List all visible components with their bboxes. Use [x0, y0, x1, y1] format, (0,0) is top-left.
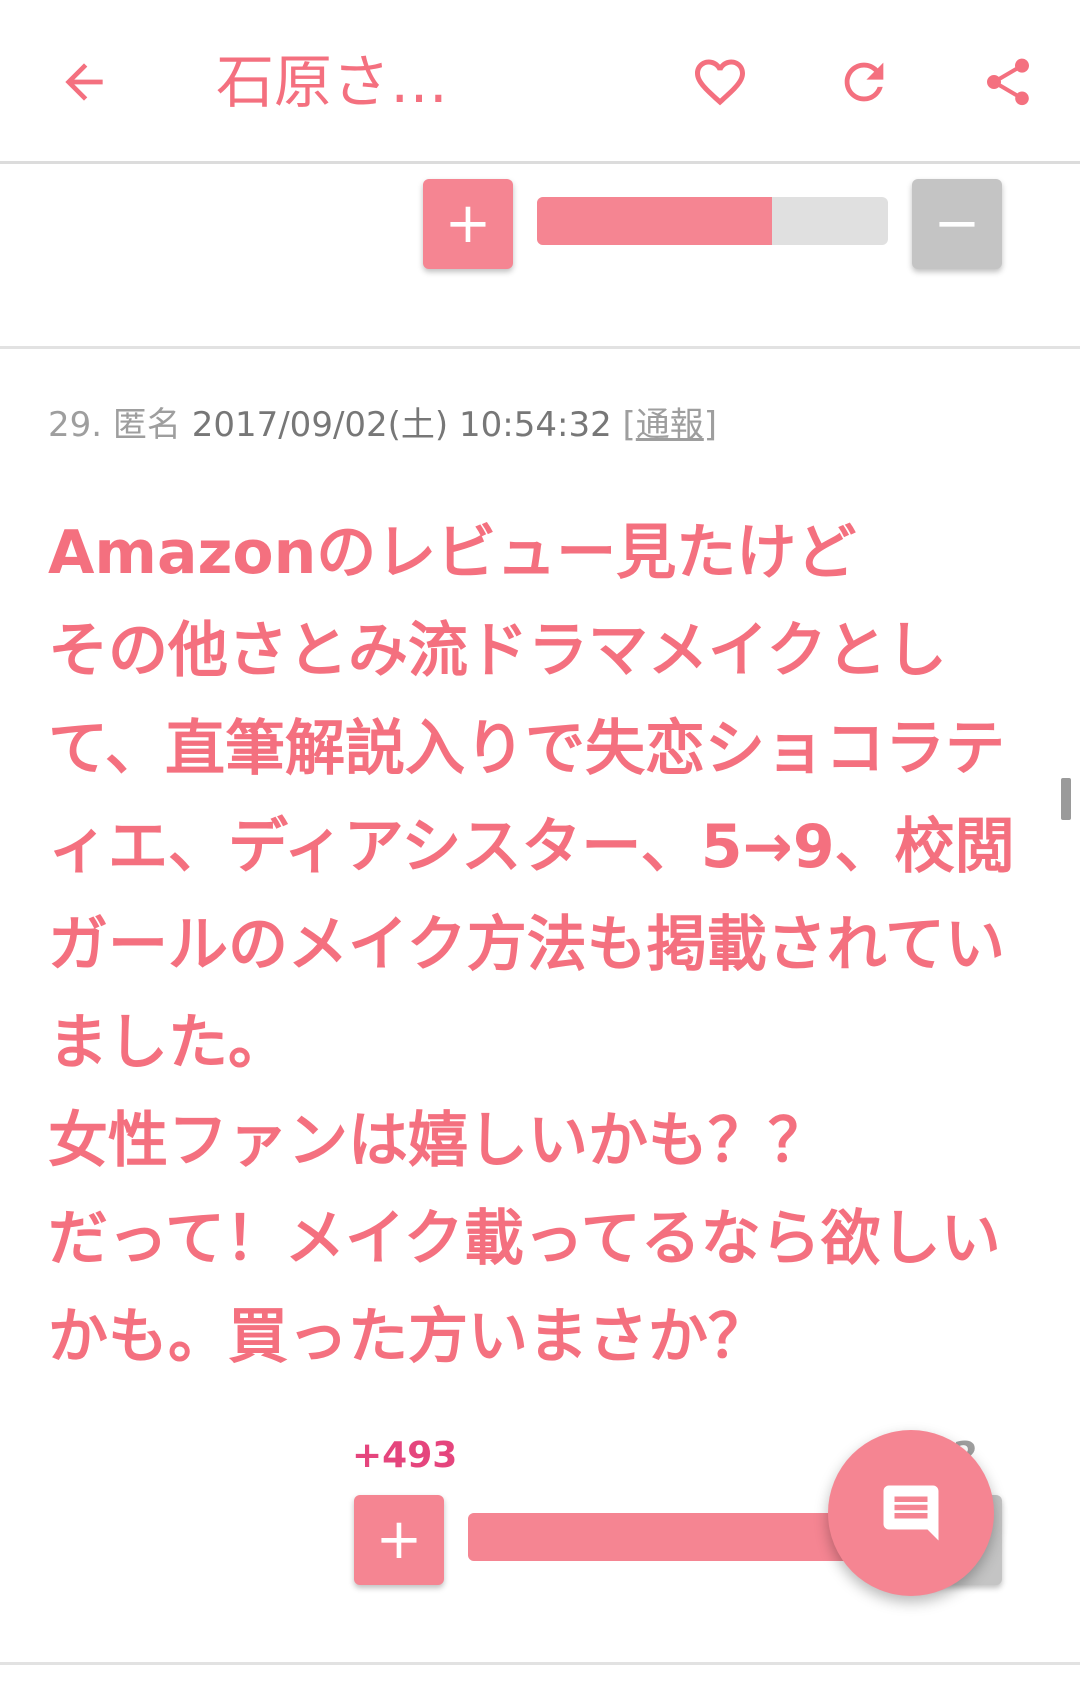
minus-vote-button[interactable]: −: [912, 179, 1002, 269]
arrow-left-icon: [65, 63, 103, 101]
plus-score: +493: [352, 1435, 458, 1476]
report-bracket-open: [: [622, 405, 636, 445]
comment-divider: [0, 1662, 1080, 1665]
plus-label: +: [444, 191, 492, 256]
comment-line: ィエ、ディアシスター、5→9、校閲: [48, 812, 1015, 882]
heart-icon: [695, 59, 745, 106]
comment-body: Amazonのレビュー見たけど その他さとみ流ドラマメイクとし て、直筆解説入り…: [48, 504, 1048, 1386]
comment-line: ました。: [48, 1008, 288, 1078]
scrollbar-thumb[interactable]: [1061, 778, 1071, 820]
report-link[interactable]: 通報: [636, 405, 704, 445]
vote-ratio-bar: [468, 1513, 888, 1561]
app-bar: 石原さ…: [0, 0, 1080, 164]
comment-datetime: 2017/09/02(土) 10:54:32: [191, 405, 612, 445]
comment-line: 女性ファンは嬉しいかも？？: [48, 1106, 828, 1176]
share-icon: [987, 58, 1029, 106]
comment-author: 匿名: [112, 405, 181, 445]
comment-line: ガールのメイク方法も掲載されてい: [48, 910, 1005, 980]
comment-number: 29.: [48, 405, 103, 445]
plus-label: +: [375, 1507, 423, 1572]
minus-label: −: [933, 191, 981, 256]
plus-vote-button[interactable]: +: [423, 179, 513, 269]
comment-meta: 29. 匿名 2017/09/02(土) 10:54:32 [通報]: [48, 400, 717, 450]
vote-ratio-fill: [468, 1513, 887, 1561]
share-button[interactable]: [960, 34, 1056, 130]
page-title: 石原さ…: [216, 48, 449, 116]
favorite-button[interactable]: [672, 34, 768, 130]
comment-line: だって！メイク載ってるなら欲しい: [48, 1204, 1001, 1274]
back-button[interactable]: [36, 34, 132, 130]
comment-line: て、直筆解説入りで失恋ショコラテ: [48, 714, 1005, 784]
comment-line: その他さとみ流ドラマメイクとし: [48, 616, 947, 686]
page: 石原さ… + − 29. 匿名 2017/09/02(土) 10:54:32 […: [0, 0, 1080, 1701]
reload-button[interactable]: [816, 34, 912, 130]
plus-vote-button[interactable]: +: [354, 1495, 444, 1585]
vote-ratio-fill: [537, 197, 773, 245]
comment-line: Amazonのレビュー見たけど: [48, 518, 857, 588]
comment-line: かも。買った方いまさか？: [48, 1302, 768, 1372]
comment-icon: [883, 1485, 939, 1541]
write-comment-button[interactable]: [828, 1430, 994, 1596]
report-bracket-close: ]: [703, 405, 718, 445]
reload-icon: [844, 62, 884, 102]
vote-ratio-bar: [537, 197, 888, 245]
comment-divider: [0, 346, 1080, 349]
